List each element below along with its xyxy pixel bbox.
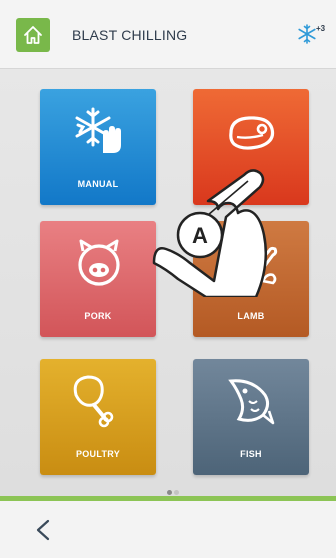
footer-bar (0, 501, 336, 558)
home-icon (24, 26, 42, 44)
drumstick-icon (73, 375, 114, 428)
badge-count: +3 (316, 24, 326, 33)
steak-icon (229, 116, 275, 150)
marker-letter: A (192, 223, 208, 248)
page-dot-active[interactable] (167, 490, 172, 495)
page-title: BLAST CHILLING (72, 27, 188, 43)
home-button[interactable] (16, 18, 50, 52)
page-dot[interactable] (174, 490, 179, 495)
chevron-left-icon[interactable] (30, 515, 60, 545)
tile-manual[interactable]: MANUAL (40, 89, 156, 205)
tile-label: FISH (240, 449, 262, 459)
header-bar: BLAST CHILLING +3 (0, 0, 336, 69)
tile-label: POULTRY (75, 449, 121, 459)
fish-icon (228, 379, 275, 425)
tile-label: LAMB (237, 311, 265, 321)
blast-chilling-screen: BLAST CHILLING +3 MANUAL PORK LAMB POULT… (0, 0, 336, 558)
tile-fish[interactable]: FISH (193, 359, 309, 475)
tile-label: PORK (84, 311, 112, 321)
pig-icon (78, 239, 120, 286)
tile-poultry[interactable]: POULTRY (40, 359, 156, 475)
tile-label: MANUAL (77, 179, 119, 189)
tile-pork[interactable]: PORK (40, 221, 156, 337)
tap-hand-overlay: A (152, 169, 268, 297)
snowflake-hand-icon (75, 107, 121, 153)
